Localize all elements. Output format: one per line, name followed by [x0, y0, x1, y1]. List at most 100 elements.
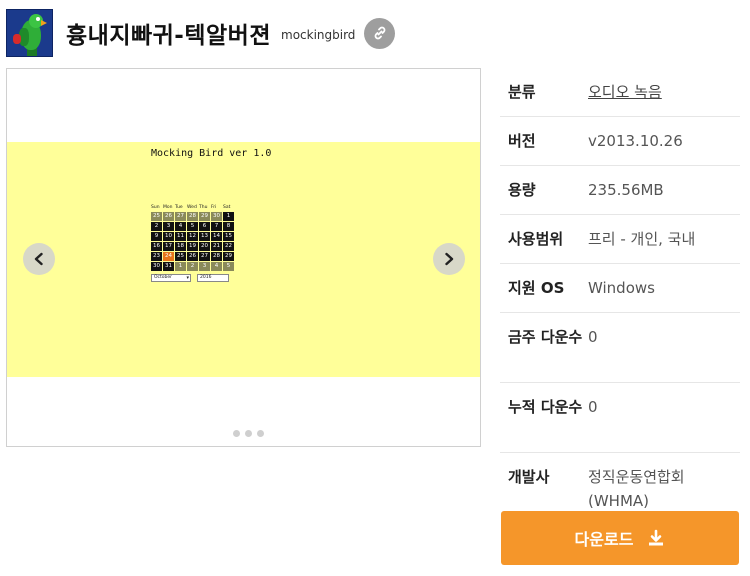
- calendar-preview: Sun Mon Tue Wed Thu Fri Sat 25 26 27 28 29 30 1 2 3 4 5 6…: [151, 205, 234, 282]
- carousel-dot[interactable]: [257, 430, 264, 437]
- calendar-day: 29: [223, 252, 234, 261]
- calendar-weekday: Thu: [199, 205, 208, 210]
- calendar-day: 4: [211, 262, 222, 271]
- calendar-weekday: Sun: [151, 205, 160, 210]
- download-icon: [647, 529, 665, 547]
- calendar-weekday: Mon: [163, 205, 173, 210]
- calendar-day: 25: [151, 212, 162, 221]
- info-label: 버전: [508, 132, 536, 150]
- info-label: 분류: [508, 83, 536, 101]
- download-button[interactable]: 다운로드: [501, 511, 739, 565]
- screenshot-carousel[interactable]: Mocking Bird ver 1.0 Sun Mon Tue Wed Thu Fri S…: [6, 68, 481, 447]
- calendar-weekday: Wed: [187, 205, 197, 210]
- calendar-day: 9: [151, 232, 162, 241]
- calendar-day: 1: [223, 212, 234, 221]
- info-row-category: 분류 오디오 녹음: [500, 68, 740, 117]
- calendar-day: 28: [211, 252, 222, 261]
- app-logo: [6, 9, 53, 57]
- calendar-day: 6: [199, 222, 210, 231]
- info-value: v2013.10.26: [588, 132, 683, 150]
- slide-caption: Mocking Bird ver 1.0: [151, 148, 272, 159]
- calendar-day: 3: [199, 262, 210, 271]
- info-value: 235.56MB: [588, 181, 664, 199]
- info-value: Windows: [588, 279, 655, 297]
- calendar-day: 21: [211, 242, 222, 251]
- calendar-day: 20: [199, 242, 210, 251]
- calendar-month-select: October: [151, 274, 191, 282]
- info-row-license: 사용범위 프리 - 개인, 국내: [500, 215, 740, 264]
- calendar-day: 26: [163, 212, 174, 221]
- info-label: 누적 다운수: [508, 398, 583, 416]
- info-row-size: 용량 235.56MB: [500, 166, 740, 215]
- calendar-day: 11: [175, 232, 186, 241]
- carousel-dot[interactable]: [245, 430, 252, 437]
- download-button-label: 다운로드: [574, 530, 634, 549]
- calendar-day: 29: [199, 212, 210, 221]
- app-info-table: 분류 오디오 녹음 버전 v2013.10.26 용량 235.56MB 사용범…: [500, 68, 740, 525]
- calendar-day: 8: [223, 222, 234, 231]
- calendar-day: 12: [187, 232, 198, 241]
- calendar-day: 19: [187, 242, 198, 251]
- info-label: 지원 OS: [508, 279, 565, 297]
- page-title: 흉내지빠귀-텍알버젼: [66, 23, 271, 49]
- info-value: 0: [588, 328, 598, 346]
- calendar-day: 30: [151, 262, 162, 271]
- info-value: 정직운동연합회(WHMA): [588, 468, 685, 510]
- calendar-day: 28: [187, 212, 198, 221]
- calendar-day: 15: [223, 232, 234, 241]
- calendar-day: 16: [151, 242, 162, 251]
- info-label: 사용범위: [508, 230, 564, 248]
- calendar-day: 22: [223, 242, 234, 251]
- calendar-day: 18: [175, 242, 186, 251]
- info-row-total-downloads: 누적 다운수 0: [500, 383, 740, 453]
- info-value: 프리 - 개인, 국내: [588, 230, 696, 248]
- carousel-next-button[interactable]: [433, 243, 465, 275]
- carousel-prev-button[interactable]: [23, 243, 55, 275]
- category-link[interactable]: 오디오 녹음: [588, 80, 740, 104]
- calendar-day: 4: [175, 222, 186, 231]
- calendar-day: 5: [223, 262, 234, 271]
- logo-bird-eye: [36, 17, 40, 21]
- page-subtitle: mockingbird: [281, 28, 356, 42]
- info-label: 용량: [508, 181, 536, 199]
- calendar-day: 10: [163, 232, 174, 241]
- calendar-weekday: Fri: [211, 205, 217, 210]
- carousel-dot[interactable]: [233, 430, 240, 437]
- info-label: 금주 다운수: [508, 328, 583, 346]
- chevron-left-icon: [34, 252, 43, 266]
- calendar-day: 31: [163, 262, 174, 271]
- calendar-day: 2: [187, 262, 198, 271]
- link-icon: [374, 26, 386, 40]
- page-header: 흉내지빠귀-텍알버젼 mockingbird: [6, 8, 746, 58]
- calendar-weekdays: Sun Mon Tue Wed Thu Fri Sat: [151, 205, 233, 211]
- calendar-day: 26: [187, 252, 198, 261]
- calendar-grid: 25 26 27 28 29 30 1 2 3 4 5 6 7 8 9 10 11 12 13 14 15 16 17 18 1…: [151, 212, 234, 271]
- share-link-button[interactable]: [364, 17, 396, 49]
- calendar-day: 27: [199, 252, 210, 261]
- calendar-day: 25: [175, 252, 186, 261]
- calendar-weekday: Tue: [175, 205, 183, 210]
- calendar-day: 7: [211, 222, 222, 231]
- calendar-year-field: 2016: [197, 274, 229, 282]
- calendar-day: 5: [187, 222, 198, 231]
- calendar-day: 2: [151, 222, 162, 231]
- info-row-os: 지원 OS Windows: [500, 264, 740, 313]
- calendar-controls: October 2016: [151, 274, 233, 282]
- calendar-day: 23: [151, 252, 162, 261]
- chevron-right-icon: [445, 252, 454, 266]
- calendar-day: 30: [211, 212, 222, 221]
- info-value: 0: [588, 398, 598, 416]
- calendar-day: 3: [163, 222, 174, 231]
- calendar-weekday: Sat: [223, 205, 231, 210]
- carousel-pagination: [233, 430, 264, 437]
- carousel-slide: Mocking Bird ver 1.0 Sun Mon Tue Wed Thu Fri S…: [7, 142, 480, 377]
- logo-bird-beak: [41, 20, 47, 26]
- calendar-day: 24: [163, 252, 174, 261]
- calendar-day: 17: [163, 242, 174, 251]
- calendar-day: 27: [175, 212, 186, 221]
- info-label: 개발사: [508, 468, 550, 486]
- info-row-version: 버전 v2013.10.26: [500, 117, 740, 166]
- calendar-day: 13: [199, 232, 210, 241]
- info-row-weekly-downloads: 금주 다운수 0: [500, 313, 740, 383]
- logo-bird-feather: [13, 34, 21, 44]
